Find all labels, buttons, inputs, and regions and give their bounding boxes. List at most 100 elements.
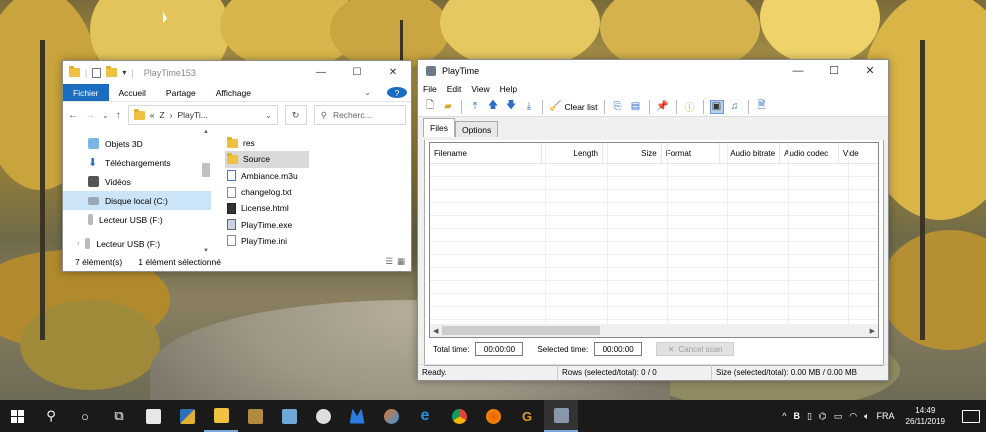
move-up-icon[interactable]: 🡅 [486,100,500,114]
scroll-up-icon[interactable]: ▲ [203,129,209,135]
settings-doc-icon[interactable]: 🗎 [755,100,769,114]
forward-arrow-icon[interactable]: → [85,110,95,121]
back-arrow-icon[interactable]: ← [68,110,78,121]
start-button[interactable] [0,400,34,432]
scroll-left-icon[interactable]: ◀ [433,327,438,335]
tray-overflow-icon[interactable]: ^ [782,411,786,421]
file-item-changelog[interactable]: changelog.txt [225,184,309,200]
menu-file[interactable]: File [423,84,437,94]
column-length[interactable]: Length [542,143,603,163]
chevron-right-icon[interactable]: › [77,240,79,247]
column-size[interactable]: Size [603,143,662,163]
tray-app-icon[interactable]: B [793,411,800,421]
tab-fichier[interactable]: Fichier [63,84,109,101]
menu-view[interactable]: View [471,84,489,94]
nav-item-lecteur-usb[interactable]: Lecteur USB (F:) [63,210,211,229]
playtime-title-bar[interactable]: PlayTime — ☐ ✕ [418,60,888,81]
taskbar-app-gimp[interactable]: G [510,400,544,432]
large-icons-view-icon[interactable]: ▦ [397,256,405,267]
nav-item-lecteur-usb-root[interactable]: › Lecteur USB (F:) [63,234,211,253]
task-view-button[interactable]: ⧉ [102,400,136,432]
nav-scrollbar[interactable]: ▲ ▼ [201,129,211,254]
move-down-icon[interactable]: 🡇 [504,100,518,114]
maximize-button[interactable]: ☐ [339,61,375,84]
move-bottom-icon[interactable]: ⤓ [522,100,536,114]
close-button[interactable]: ✕ [852,60,888,81]
address-drive[interactable]: Z [159,110,164,120]
taskbar-app-chrome[interactable] [442,400,476,432]
wifi-tray-icon[interactable]: ◠ [849,411,857,422]
details-view-icon[interactable]: ☰ [385,256,393,267]
clock[interactable]: 14:49 26/11/2019 [902,405,949,427]
cancel-scan-button[interactable]: ✕ Cancel scan [656,342,735,356]
tab-affichage[interactable]: Affichage [206,84,261,101]
refresh-button[interactable]: ↻ [284,105,307,125]
taskbar-app-malwarebytes[interactable] [340,400,374,432]
nav-scroll-thumb[interactable] [202,163,210,177]
minimize-button[interactable]: — [303,61,339,84]
audio-mode-icon[interactable]: ♫ [728,100,742,114]
tab-options[interactable]: Options [454,121,499,137]
taskbar-app-cat[interactable] [306,400,340,432]
volume-tray-icon[interactable]: 🔈︎ [864,411,869,422]
battery-tray-icon[interactable]: ▭ [834,411,843,422]
quick-access-dropdown-icon[interactable]: ▾ [122,68,126,77]
tab-files[interactable]: Files [423,118,455,137]
report-icon[interactable]: ▤ [629,100,643,114]
file-item-source[interactable]: Source [225,151,309,168]
address-box[interactable]: « Z › PlayTi... ⌄ [127,105,278,125]
search-input[interactable]: ⚲ Recherc... [313,105,406,125]
video-mode-icon[interactable]: ▣ [709,99,724,114]
cortana-button[interactable]: ○ [68,400,102,432]
taskbar-app-playtime[interactable] [544,400,578,432]
explorer-title-bar[interactable]: | ▾ | PlayTime153 — ☐ ✕ [63,61,411,84]
file-grid[interactable]: Filename Length Size Format Audio bitrat… [429,142,879,338]
new-folder-icon[interactable] [106,66,118,77]
network-tray-icon[interactable]: ⌬ [819,411,827,422]
move-top-icon[interactable]: ⤒ [468,100,482,114]
tab-accueil[interactable]: Accueil [109,84,156,101]
nav-item-videos[interactable]: Vidéos [63,172,211,191]
pin-icon[interactable]: 📌 [656,100,670,114]
column-filename[interactable]: Filename [430,143,543,163]
tab-partage[interactable]: Partage [156,84,206,101]
scroll-right-icon[interactable]: ▶ [870,327,875,335]
up-arrow-icon[interactable]: ↑ [116,110,121,121]
nav-item-telechargements[interactable]: ⬇ Téléchargements [63,153,211,172]
input-language[interactable]: FRA [877,411,895,421]
taskbar-app-remote[interactable] [136,400,170,432]
taskbar-app-explorer[interactable] [204,400,238,432]
taskbar-app-imaging[interactable] [272,400,306,432]
recent-locations-icon[interactable]: ⌄ [102,111,109,120]
column-video[interactable]: Vide [839,143,878,163]
horizontal-scrollbar[interactable]: ◀ ▶ [430,324,878,337]
nav-item-objets-3d[interactable]: Objets 3D [63,134,211,153]
clear-list-button[interactable]: 🧹 Clear list [549,101,598,112]
add-files-icon[interactable]: 🗋 [423,100,437,114]
menu-edit[interactable]: Edit [447,84,462,94]
properties-icon[interactable] [92,67,102,78]
taskbar-app-firefox[interactable] [476,400,510,432]
taskbar-app-edge[interactable]: e [408,400,442,432]
export-icon[interactable]: ⎘ [611,100,625,114]
horizontal-scroll-thumb[interactable] [442,326,600,335]
ribbon-expand-icon[interactable]: ⌄ [354,88,381,97]
search-taskbar-button[interactable]: ⚲ [34,400,68,432]
maximize-button[interactable]: ☐ [816,60,852,81]
close-button[interactable]: ✕ [375,61,411,84]
add-folder-icon[interactable]: ▰ [441,100,455,114]
column-audio-bitrate[interactable]: Audio bitrate [720,143,781,163]
help-icon[interactable]: ? [387,87,407,98]
file-item-res[interactable]: res [225,135,309,151]
usb-tray-icon[interactable]: ▯ [807,411,812,422]
chevron-down-icon[interactable]: ⌄ [265,111,272,120]
taskbar-app-notepadpp[interactable] [170,400,204,432]
file-item-license[interactable]: License.html [225,200,309,216]
nav-item-disque-local[interactable]: Disque local (C:) [63,191,211,210]
taskbar-app-archive[interactable] [238,400,272,432]
minimize-button[interactable]: — [780,60,816,81]
taskbar-app-ccleaner[interactable] [374,400,408,432]
menu-help[interactable]: Help [500,84,517,94]
column-format[interactable]: Format [662,143,721,163]
file-item-playtime-ini[interactable]: PlayTime.ini [225,233,309,249]
